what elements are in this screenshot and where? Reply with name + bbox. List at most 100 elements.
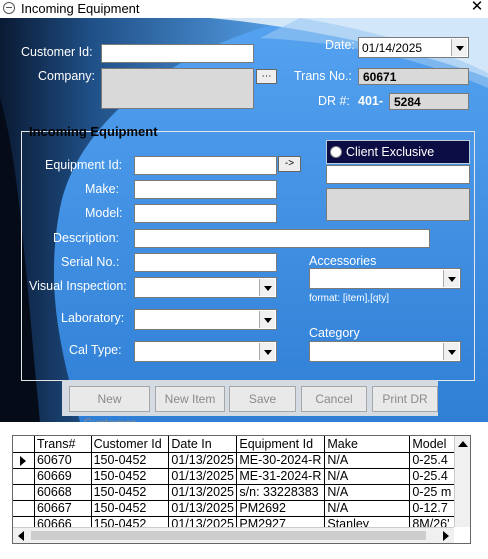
title-bar: Incoming Equipment ✕	[0, 0, 488, 18]
column-header[interactable]: Make	[324, 436, 411, 453]
description-label: Description:	[53, 231, 119, 245]
table-cell[interactable]: 150-0452	[91, 500, 170, 517]
visual-inspection-label: Visual Inspection:	[29, 279, 127, 293]
dr-prefix: 401-	[358, 94, 384, 108]
app-icon	[3, 2, 15, 14]
column-header[interactable]: Trans#	[34, 436, 92, 453]
trans-no-value: 60671	[358, 68, 469, 85]
dr-number-value: 5284	[389, 93, 469, 110]
table-cell[interactable]: 60670	[34, 452, 92, 469]
equipment-id-input[interactable]	[134, 156, 277, 175]
chevron-down-icon[interactable]	[443, 270, 459, 287]
new-customer-button[interactable]: New Customer	[69, 386, 150, 430]
window-title: Incoming Equipment	[21, 1, 140, 16]
chevron-down-icon[interactable]	[443, 343, 459, 360]
save-button[interactable]: Save	[229, 386, 296, 412]
row-selector[interactable]	[13, 452, 35, 469]
date-value: 01/14/2025	[362, 41, 423, 55]
customer-id-label: Customer Id:	[21, 45, 93, 59]
company-lookup-button[interactable]: ⋯	[256, 69, 277, 84]
company-label: Company:	[38, 69, 95, 83]
client-exclusive-label: Client Exclusive	[346, 145, 435, 159]
row-selector[interactable]	[13, 468, 35, 485]
table-cell[interactable]: 01/13/2025	[168, 452, 238, 469]
scroll-thumb[interactable]	[31, 531, 426, 540]
table-cell[interactable]: 01/13/2025	[168, 484, 238, 501]
row-selector[interactable]	[13, 484, 35, 501]
horizontal-scrollbar[interactable]	[13, 527, 454, 543]
table-cell[interactable]: N/A	[324, 468, 411, 485]
chevron-down-icon[interactable]	[259, 311, 275, 328]
table-row[interactable]: 60670 150-0452 01/13/2025 ME-30-2024-R N/A 0-…	[13, 452, 470, 469]
table-row[interactable]: 60667 150-0452 01/13/2025 PM2692 N/A 0-12.7	[13, 500, 470, 517]
table-cell[interactable]: ME-30-2024-R	[236, 452, 326, 469]
chevron-down-icon[interactable]	[259, 279, 275, 296]
chevron-down-icon[interactable]	[451, 39, 467, 56]
table-cell[interactable]: 60668	[34, 484, 92, 501]
column-header[interactable]: Date In	[168, 436, 238, 453]
category-select[interactable]	[309, 341, 461, 362]
date-picker[interactable]: 01/14/2025	[358, 37, 469, 58]
equipment-lookup-button[interactable]: ->	[278, 156, 301, 172]
table-cell[interactable]: 150-0452	[91, 484, 170, 501]
cal-type-label: Cal Type:	[69, 343, 122, 357]
table-row[interactable]: 60669 150-0452 01/13/2025 ME-31-2024-R N/A 0-…	[13, 468, 470, 485]
close-icon[interactable]: ✕	[470, 0, 484, 15]
table-cell[interactable]: 01/13/2025	[168, 500, 238, 517]
column-header[interactable]: Customer Id	[91, 436, 170, 453]
model-input[interactable]	[134, 204, 277, 223]
date-label: Date:	[325, 38, 355, 52]
column-header[interactable]: Equipment Id	[236, 436, 326, 453]
scroll-corner	[454, 527, 470, 543]
row-selector[interactable]	[13, 500, 35, 517]
cal-type-select[interactable]	[134, 341, 277, 362]
scroll-up-icon[interactable]	[458, 441, 468, 447]
row-selector-header	[13, 436, 35, 453]
description-input[interactable]	[134, 229, 430, 248]
table-cell[interactable]: 60669	[34, 468, 92, 485]
grid-area: Trans# Customer Id Date In Equipment Id …	[0, 422, 488, 559]
print-dr-button[interactable]: Print DR	[372, 386, 438, 412]
client-exclusive-field[interactable]	[326, 165, 470, 184]
company-field[interactable]	[101, 68, 254, 109]
make-label: Make:	[85, 182, 120, 196]
accessories-label: Accessories	[309, 254, 377, 268]
table-cell[interactable]: 150-0452	[91, 468, 170, 485]
table-cell[interactable]: 150-0452	[91, 452, 170, 469]
accessories-select[interactable]	[309, 268, 461, 289]
table-cell[interactable]: ME-31-2024-R	[236, 468, 326, 485]
category-label: Category	[309, 326, 360, 340]
radio-icon[interactable]	[330, 146, 342, 158]
table-row[interactable]: 60668 150-0452 01/13/2025 s/n: 33228383 N/A 0…	[13, 484, 470, 501]
equipment-group-title: Incoming Equipment	[29, 124, 158, 139]
table-cell[interactable]: 60667	[34, 500, 92, 517]
trans-no-label: Trans No.:	[294, 69, 352, 83]
table-cell[interactable]: s/n: 33228383	[236, 484, 326, 501]
client-exclusive-radio[interactable]: Client Exclusive	[326, 140, 470, 164]
cancel-button[interactable]: Cancel	[301, 386, 367, 412]
laboratory-select[interactable]	[134, 309, 277, 330]
equipment-id-label: Equipment Id:	[45, 158, 123, 172]
grid-header-row: Trans# Customer Id Date In Equipment Id …	[13, 436, 470, 453]
table-cell[interactable]: 01/13/2025	[168, 468, 238, 485]
chevron-down-icon[interactable]	[259, 343, 275, 360]
make-input[interactable]	[134, 180, 277, 199]
visual-inspection-select[interactable]	[134, 277, 277, 298]
table-cell[interactable]: PM2692	[236, 500, 326, 517]
client-info-box	[326, 188, 470, 221]
serial-no-input[interactable]	[134, 253, 277, 272]
transactions-grid[interactable]: Trans# Customer Id Date In Equipment Id …	[12, 435, 471, 544]
table-cell[interactable]: N/A	[324, 500, 411, 517]
scroll-right-icon[interactable]	[443, 531, 449, 541]
new-item-button[interactable]: New Item	[155, 386, 225, 412]
table-cell[interactable]: N/A	[324, 484, 411, 501]
table-cell[interactable]: N/A	[324, 452, 411, 469]
dr-label: DR #:	[318, 94, 350, 108]
serial-no-label: Serial No.:	[61, 255, 120, 269]
customer-id-input[interactable]	[101, 44, 254, 63]
laboratory-label: Laboratory:	[61, 311, 125, 325]
accessories-format-hint: format: [item],[qty]	[309, 293, 390, 304]
model-label: Model:	[85, 206, 123, 220]
scroll-left-icon[interactable]	[18, 531, 24, 541]
current-row-pointer-icon	[20, 455, 26, 466]
